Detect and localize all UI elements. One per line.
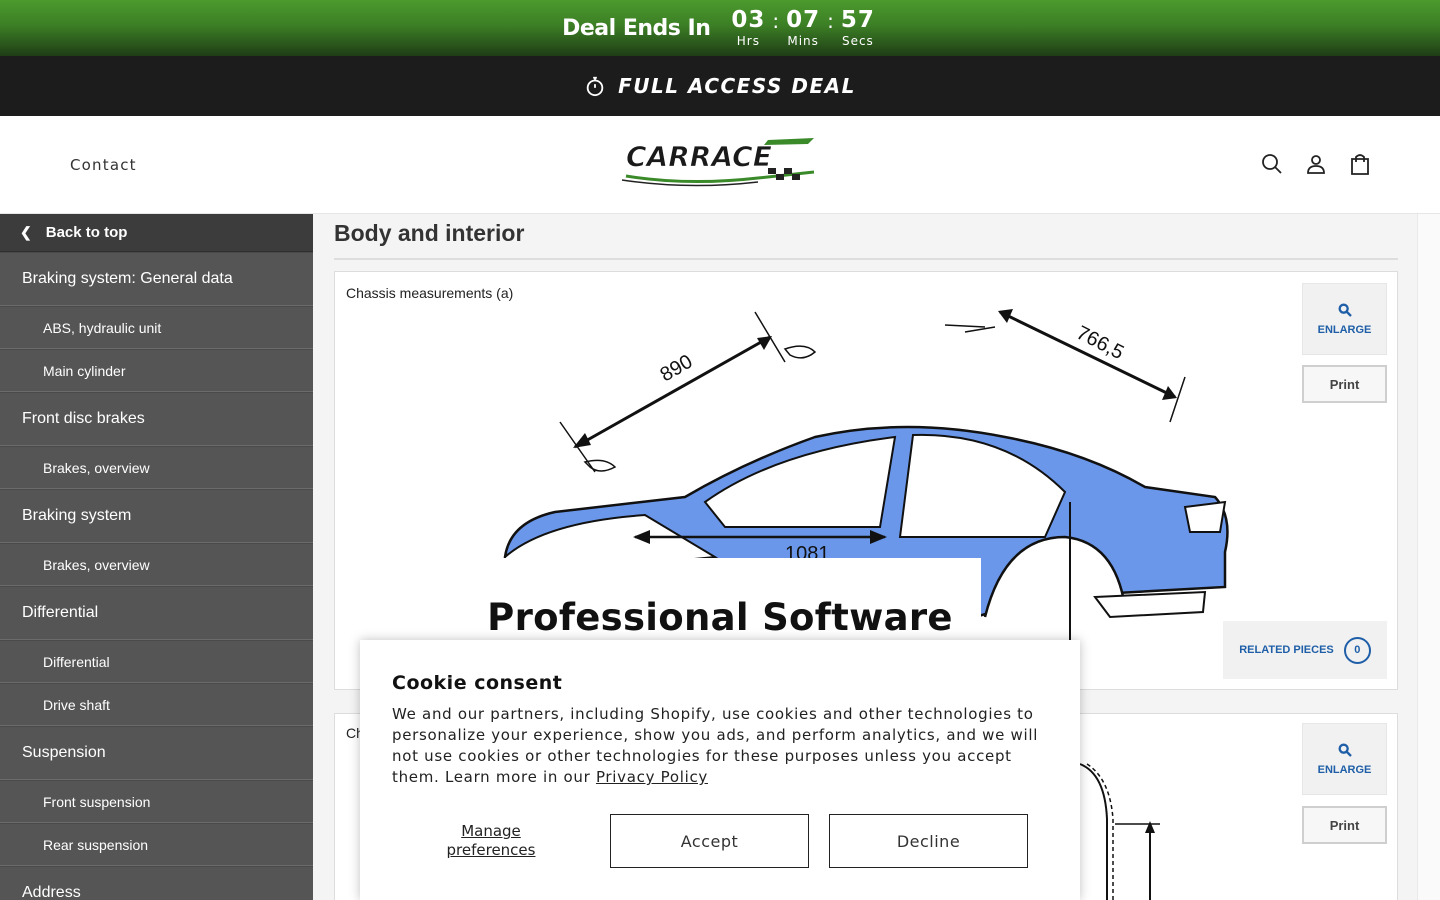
print-button[interactable]: Print <box>1302 806 1387 844</box>
sidebar-item[interactable]: Braking system <box>0 489 313 543</box>
sidebar-subitem[interactable]: Brakes, overview <box>0 543 313 586</box>
sidebar-subitem[interactable]: ABS, hydraulic unit <box>0 306 313 349</box>
related-pieces-count: 0 <box>1343 636 1371 664</box>
stopwatch-icon <box>586 76 604 97</box>
sidebar-item[interactable]: Front disc brakes <box>0 392 313 446</box>
sidebar-subitem[interactable]: Main cylinder <box>0 349 313 392</box>
sidebar-subitem[interactable]: Drive shaft <box>0 683 313 726</box>
countdown-bar: Deal Ends In 03 Hrs : 07 Mins : 57 Secs <box>0 0 1440 56</box>
countdown-hours: 03 Hrs <box>728 8 768 48</box>
countdown-seconds: 57 Secs <box>838 8 878 48</box>
full-access-text: FULL ACCESS DEAL <box>618 74 856 98</box>
magnifier-icon <box>1338 743 1352 757</box>
dimension-766-5: 766,5 <box>1073 322 1128 364</box>
related-pieces-label: RELATED PIECES <box>1239 644 1334 656</box>
sidebar-subitem[interactable]: Front suspension <box>0 780 313 823</box>
privacy-policy-link[interactable]: Privacy Policy <box>596 768 708 786</box>
enlarge-button[interactable]: ENLARGE <box>1302 283 1387 355</box>
full-access-bar[interactable]: FULL ACCESS DEAL <box>0 56 1440 116</box>
countdown-hours-value: 03 <box>731 7 766 33</box>
cookie-text: We and our partners, including Shopify, … <box>392 705 1039 786</box>
cookie-body: We and our partners, including Shopify, … <box>392 704 1042 788</box>
decline-button[interactable]: Decline <box>829 814 1028 868</box>
back-to-top-label: Back to top <box>45 224 128 241</box>
countdown-separator: : <box>827 9 834 33</box>
contact-link[interactable]: Contact <box>70 156 137 174</box>
sidebar-item[interactable]: Suspension <box>0 726 313 780</box>
account-icon[interactable] <box>1304 152 1328 176</box>
related-pieces-button[interactable]: RELATED PIECES 0 <box>1223 621 1387 679</box>
countdown-minutes-label: Mins <box>787 34 819 48</box>
enlarge-label: ENLARGE <box>1317 324 1372 336</box>
carrace-logo[interactable]: CARRACE <box>618 136 818 188</box>
back-to-top-button[interactable]: ❮ Back to top <box>0 214 313 252</box>
enlarge-label: ENLARGE <box>1317 764 1372 776</box>
diagram-2-preview <box>1079 763 1160 900</box>
cookie-title: Cookie consent <box>392 672 563 694</box>
cookie-consent-dialog: Cookie consent We and our partners, incl… <box>360 640 1080 900</box>
chevron-left-icon: ❮ <box>20 224 32 240</box>
sidebar-item[interactable]: Braking system: General data <box>0 252 313 306</box>
sidebar-subitem[interactable]: Differential <box>0 640 313 683</box>
sidebar-item[interactable]: Address <box>0 866 313 900</box>
print-button[interactable]: Print <box>1302 365 1387 403</box>
sidebar-nav: ❮ Back to top Braking system: General da… <box>0 214 313 900</box>
site-header: Contact CARRACE <box>0 116 1440 214</box>
countdown-minutes-value: 07 <box>786 7 821 33</box>
scroll-strip <box>1417 214 1440 900</box>
countdown-seconds-value: 57 <box>840 7 875 33</box>
cart-icon[interactable] <box>1348 152 1372 176</box>
sidebar-subitem[interactable]: Brakes, overview <box>0 446 313 489</box>
countdown-minutes: 07 Mins <box>783 8 823 48</box>
promo-title: Professional Software <box>487 596 953 639</box>
countdown-label: Deal Ends In <box>562 15 711 41</box>
title-divider <box>334 258 1398 260</box>
enlarge-button[interactable]: ENLARGE <box>1302 723 1387 795</box>
sidebar-subitem[interactable]: Rear suspension <box>0 823 313 866</box>
page-title: Body and interior <box>334 220 525 246</box>
sidebar-item[interactable]: Differential <box>0 586 313 640</box>
accept-button[interactable]: Accept <box>610 814 809 868</box>
search-icon[interactable] <box>1260 152 1284 176</box>
countdown-separator: : <box>772 9 780 33</box>
magnifier-icon <box>1338 303 1352 317</box>
countdown-seconds-label: Secs <box>841 34 874 48</box>
logo-text: CARRACE <box>626 140 772 173</box>
countdown-hours-label: Hrs <box>736 34 760 48</box>
manage-preferences-link[interactable]: Manage preferences <box>436 822 546 860</box>
